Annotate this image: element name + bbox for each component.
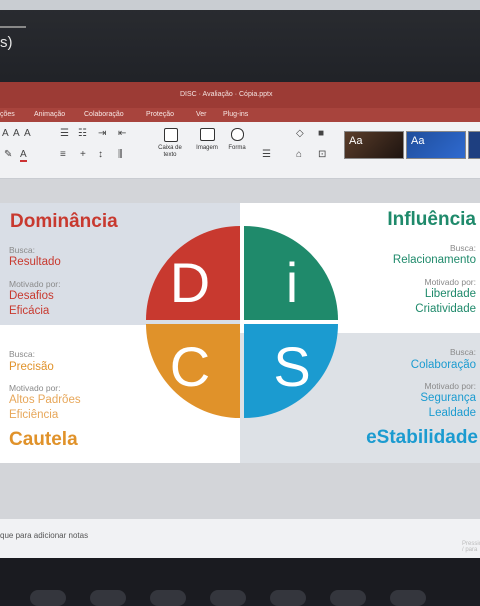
- s-motivated-label: Motivado por:: [424, 381, 477, 391]
- c-seek-label: Busca:: [9, 349, 35, 359]
- desktop-background: [0, 0, 480, 86]
- menu-item-view[interactable]: Ver: [196, 111, 207, 118]
- add-icon[interactable]: +: [80, 149, 86, 160]
- menu-item-plugins[interactable]: Plug-ins: [223, 111, 248, 118]
- eraser-icon[interactable]: ◇: [296, 128, 304, 139]
- theme-style-brown-label: Aa: [349, 135, 363, 147]
- letter-s: S: [273, 335, 310, 398]
- theme-style-brown[interactable]: Aa: [344, 131, 404, 159]
- image-icon[interactable]: [200, 128, 215, 141]
- layout-icon[interactable]: ⊡: [318, 149, 326, 160]
- align-icon[interactable]: ≡: [60, 149, 66, 160]
- i-motivated-label: Motivado por:: [424, 277, 477, 287]
- s-motivator-2: Lealdade: [428, 407, 476, 419]
- presentation-app-window: DISC · Avaliação · Cópia.pptx ções Anima…: [0, 82, 480, 558]
- top-window-edge: [0, 0, 480, 10]
- clear-format-icon[interactable]: A: [24, 128, 31, 139]
- bullet-list-icon[interactable]: ☰: [60, 128, 69, 139]
- title-influencia: Influência: [387, 209, 476, 230]
- menu-bar: ções Animação Colaboração Proteção Ver P…: [0, 108, 480, 122]
- taskbar-item[interactable]: [330, 590, 366, 606]
- shape-label: Forma: [228, 145, 246, 151]
- taskbar-item[interactable]: [90, 590, 126, 606]
- text-box-label: Caixa de texto: [158, 145, 182, 158]
- title-cautela: Cautela: [9, 429, 78, 450]
- font-color-icon[interactable]: A: [20, 149, 27, 162]
- title-estabilidade: eStabilidade: [366, 427, 478, 448]
- c-motivated-label: Motivado por:: [9, 383, 61, 393]
- fill-icon[interactable]: ■: [318, 128, 324, 139]
- i-seek-value: Relacionamento: [392, 254, 476, 266]
- font-size-icon[interactable]: A: [2, 128, 9, 139]
- taskbar-item[interactable]: [210, 590, 246, 606]
- i-motivator-1: Liberdade: [424, 288, 476, 300]
- title-dominancia: Dominância: [10, 211, 118, 232]
- outdent-icon[interactable]: ⇤: [118, 128, 126, 139]
- title-bar: DISC · Avaliação · Cópia.pptx: [0, 82, 480, 108]
- i-motivator-2: Criatividade: [415, 303, 476, 315]
- menu-item-transitions[interactable]: ções: [0, 111, 15, 118]
- notes-placeholder[interactable]: que para adicionar notas: [0, 531, 88, 540]
- theme-style-blue-label: Aa: [411, 135, 425, 147]
- d-seek-value: Resultado: [9, 256, 61, 268]
- d-motivator-2: Eficácia: [9, 305, 50, 317]
- slide-canvas-area: D i C S Dominância Busca: Resultado Moti…: [0, 179, 480, 519]
- document-title: DISC · Avaliação · Cópia.pptx: [180, 91, 273, 98]
- i-seek-label: Busca:: [450, 243, 476, 253]
- theme-style-more[interactable]: [468, 131, 480, 159]
- c-motivator-2: Eficiência: [9, 409, 59, 421]
- d-seek-label: Busca:: [9, 245, 35, 255]
- line-spacing-icon[interactable]: ↕: [98, 149, 103, 160]
- d-motivated-label: Motivado por:: [9, 279, 61, 289]
- c-motivator-1: Altos Padrões: [9, 394, 81, 406]
- d-motivator-1: Desafios: [9, 290, 54, 302]
- format-painter-icon[interactable]: ⌂: [296, 149, 302, 160]
- letter-i: i: [286, 251, 298, 314]
- status-hint: Pressione / para: [462, 541, 480, 553]
- shape-icon[interactable]: [231, 128, 244, 141]
- image-label: Imagem: [196, 145, 218, 151]
- disc-graphic: D i C S: [0, 203, 480, 463]
- notes-pane[interactable]: que para adicionar notas Pressione / par…: [0, 519, 480, 558]
- s-seek-label: Busca:: [450, 347, 476, 357]
- menu-item-collaboration[interactable]: Colaboração: [84, 111, 124, 118]
- arrange-icon[interactable]: ☰: [262, 149, 271, 160]
- letter-d: D: [170, 251, 210, 314]
- theme-style-blue[interactable]: Aa: [406, 131, 466, 159]
- s-seek-value: Colaboração: [410, 359, 476, 371]
- background-text-fragment: s): [0, 26, 25, 51]
- c-seek-value: Precisão: [9, 361, 54, 373]
- ribbon-toolbar: A A A ✎ A ☰ ☷ ⇥ ⇤ ≡ + ↕ ⫼ Caixa de texto…: [0, 122, 480, 179]
- menu-item-protection[interactable]: Proteção: [146, 111, 174, 118]
- letter-c: C: [170, 335, 210, 398]
- highlight-icon[interactable]: ✎: [4, 149, 12, 160]
- font-decrease-icon[interactable]: A: [13, 128, 20, 139]
- menu-item-animation[interactable]: Animação: [34, 111, 65, 118]
- slide[interactable]: D i C S Dominância Busca: Resultado Moti…: [0, 203, 480, 463]
- taskbar-item[interactable]: [30, 590, 66, 606]
- taskbar-item[interactable]: [270, 590, 306, 606]
- taskbar-item[interactable]: [390, 590, 426, 606]
- taskbar-item[interactable]: [150, 590, 186, 606]
- columns-icon[interactable]: ⫼: [118, 149, 123, 160]
- taskbar: [0, 558, 480, 606]
- numbered-list-icon[interactable]: ☷: [78, 128, 87, 139]
- text-box-icon[interactable]: [164, 128, 178, 142]
- indent-icon[interactable]: ⇥: [98, 128, 106, 139]
- s-motivator-1: Segurança: [420, 392, 476, 404]
